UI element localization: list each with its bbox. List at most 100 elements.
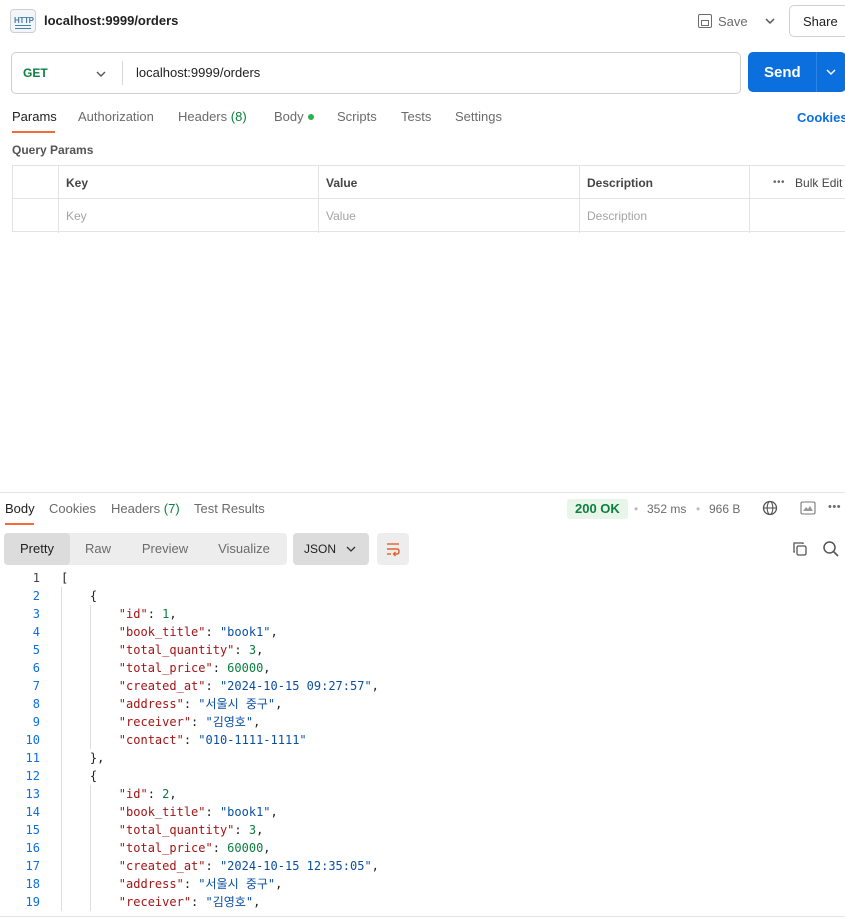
code-text: "address": "서울시 중구", [61, 695, 283, 713]
active-tab-indicator [12, 131, 55, 133]
code-text: "created_at": "2024-10-15 12:35:05", [61, 857, 379, 875]
response-time[interactable]: 352 ms [647, 502, 686, 516]
code-token: "서울시 중구" [198, 877, 276, 891]
status-badge[interactable]: 200 OK [567, 499, 628, 519]
table-header-row: Key Value Description ••• Bulk Edit [13, 166, 845, 199]
code-token: , [270, 625, 278, 639]
tab-authorization[interactable]: Authorization [78, 109, 154, 124]
description-input[interactable]: Description [579, 199, 647, 232]
value-input[interactable]: Value [318, 199, 356, 232]
code-text: "total_quantity": 3, [61, 641, 264, 659]
code-line: 5 "total_quantity": 3, [0, 641, 845, 659]
more-icon: ••• [773, 177, 786, 188]
save-button[interactable]: Save [698, 9, 748, 33]
format-preview[interactable]: Preview [126, 533, 204, 565]
response-size[interactable]: 966 B [709, 502, 740, 516]
code-token: , [263, 661, 271, 675]
code-token: , [256, 823, 264, 837]
code-token: "김영호" [205, 895, 254, 909]
save-label: Save [718, 13, 748, 29]
code-line: 4 "book_title": "book1", [0, 623, 845, 641]
tab-response-body[interactable]: Body [5, 501, 35, 516]
code-token: "book1" [219, 625, 271, 639]
image-icon[interactable] [800, 501, 816, 515]
tab-response-headers[interactable]: Headers (7) [111, 501, 180, 516]
search-icon[interactable] [822, 540, 840, 558]
tab-test-results[interactable]: Test Results [194, 501, 265, 516]
request-header: HTTP localhost:9999/orders Save Share [0, 0, 845, 42]
format-visualize[interactable]: Visualize [204, 533, 284, 565]
line-number: 19 [25, 895, 40, 909]
code-token: 60000 [227, 661, 264, 675]
copy-icon[interactable] [792, 541, 808, 557]
line-number: 1 [32, 571, 40, 585]
code-token: , [371, 859, 379, 873]
code-token: : [234, 643, 249, 657]
code-token: : [205, 625, 220, 639]
format-pretty[interactable]: Pretty [4, 533, 70, 565]
more-icon[interactable]: ••• [828, 501, 841, 513]
code-text: { [61, 587, 97, 605]
active-tab-indicator [5, 523, 34, 525]
tab-response-cookies[interactable]: Cookies [49, 501, 96, 516]
format-raw[interactable]: Raw [70, 533, 126, 565]
line-number: 12 [25, 769, 40, 783]
body-indicator-dot [307, 113, 314, 120]
divider [816, 52, 817, 92]
url-bar: GET [11, 52, 741, 94]
response-body-viewer[interactable]: 1[2 {3 "id": 1, 4 "book_title": "book1", 5… [0, 569, 845, 914]
code-token: : [183, 877, 199, 891]
code-token: , [275, 697, 283, 711]
code-token: { [61, 769, 98, 783]
bulk-edit-button[interactable]: ••• Bulk Edit [761, 166, 842, 199]
chevron-down-icon[interactable] [94, 67, 108, 81]
tab-scripts[interactable]: Scripts [337, 109, 377, 124]
code-line: 6 "total_price": 60000, [0, 659, 845, 677]
code-text: }, [61, 749, 104, 767]
code-token: "book_title" [118, 625, 206, 639]
chevron-down-icon[interactable] [824, 65, 838, 79]
chevron-down-icon[interactable] [762, 13, 778, 29]
url-input[interactable] [136, 65, 726, 80]
tab-params[interactable]: Params [12, 109, 57, 124]
separator-dot: • [696, 502, 701, 516]
headers-count: (7) [163, 501, 180, 516]
tab-settings[interactable]: Settings [455, 109, 502, 124]
code-token: , [253, 715, 261, 729]
cookies-link[interactable]: Cookies [797, 110, 845, 125]
globe-icon[interactable] [762, 500, 778, 516]
tab-tests[interactable]: Tests [401, 109, 431, 124]
code-token: "total_quantity" [118, 643, 235, 657]
code-line: 15 "total_quantity": 3, [0, 821, 845, 839]
key-input[interactable]: Key [58, 199, 87, 232]
headers-count: (8) [230, 109, 247, 124]
code-text: "contact": "010-1111-1111" [61, 731, 307, 749]
send-button[interactable]: Send [748, 52, 845, 92]
code-token: "total_quantity" [118, 823, 235, 837]
request-title[interactable]: localhost:9999/orders [44, 13, 178, 28]
code-token: "서울시 중구" [198, 697, 276, 711]
code-text: "id": 1, [61, 605, 177, 623]
code-token: "receiver" [118, 715, 192, 729]
language-select[interactable]: JSON [293, 533, 369, 565]
code-token: , [270, 805, 278, 819]
tab-body[interactable]: Body [274, 109, 314, 124]
wrap-lines-button[interactable] [377, 533, 409, 565]
code-text: "book_title": "book1", [61, 803, 278, 821]
code-token: "id" [118, 607, 148, 621]
code-token: : [205, 679, 220, 693]
share-button[interactable]: Share [789, 5, 845, 37]
line-number: 3 [32, 607, 40, 621]
code-token: "created_at" [118, 679, 206, 693]
tab-headers[interactable]: Headers (8) [178, 109, 247, 124]
code-token: "2024-10-15 09:27:57" [219, 679, 372, 693]
method-select[interactable]: GET [23, 66, 48, 80]
wrap-lines-icon [387, 543, 400, 557]
column-key: Key [66, 176, 89, 190]
